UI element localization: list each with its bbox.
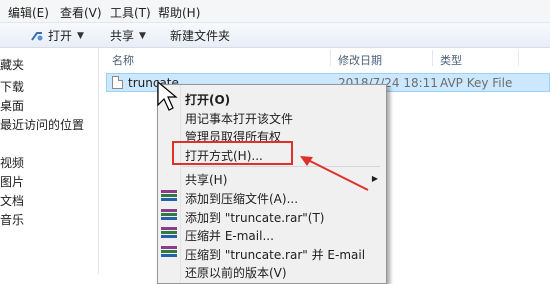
mouse-cursor-icon: [157, 80, 178, 111]
